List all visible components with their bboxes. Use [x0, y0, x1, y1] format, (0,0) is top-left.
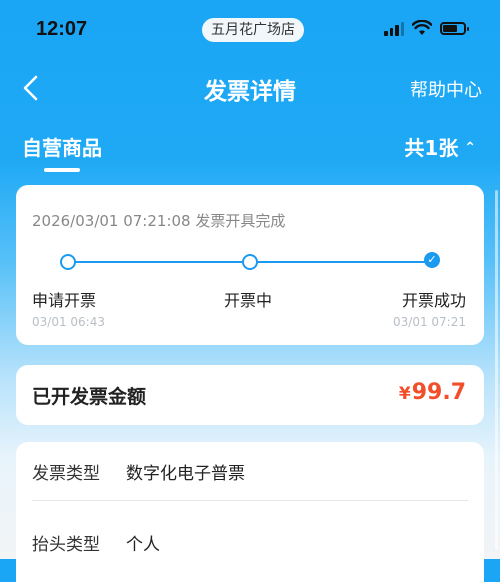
amount-value: ¥99.7	[399, 380, 466, 405]
progress-line	[74, 261, 242, 263]
nav-bar: 发票详情 帮助中心	[0, 60, 500, 116]
invoice-count-toggle[interactable]: 共1张 ⌃	[404, 132, 476, 161]
info-value: 个人	[126, 535, 160, 555]
check-icon: ✓	[424, 252, 440, 268]
info-value: 数字化电子普票	[126, 464, 245, 484]
step-time: 03/01 06:43	[32, 315, 105, 329]
amount-number: 99.7	[411, 380, 466, 405]
section-header: 自营商品 共1张 ⌃	[0, 130, 500, 174]
store-location-pill[interactable]: 五月花广场店	[202, 18, 304, 42]
info-row-title-type: 抬头类型 个人	[32, 513, 468, 569]
tab-active-indicator	[44, 168, 80, 172]
invoice-count-label: 共1张	[404, 136, 459, 160]
status-bar: 12:07 五月花广场店	[0, 0, 500, 60]
wifi-icon	[412, 20, 432, 35]
step-label: 申请开票	[32, 291, 97, 310]
step-node-processing	[242, 254, 258, 270]
info-row-invoice-type: 发票类型 数字化电子普票	[32, 442, 468, 498]
step-label: 开票成功	[401, 291, 466, 310]
help-center-link[interactable]: 帮助中心	[410, 76, 482, 102]
step-time: 03/01 07:21	[393, 315, 466, 329]
tab-self-operated-goods[interactable]: 自营商品	[22, 132, 102, 161]
info-key: 抬头类型	[32, 535, 100, 555]
info-key: 发票类型	[32, 464, 100, 484]
battery-icon	[440, 21, 469, 35]
amount-label: 已开发票金额	[32, 386, 147, 408]
progress-track: ✓	[16, 252, 484, 272]
scrollbar[interactable]	[495, 190, 498, 550]
system-indicators	[384, 20, 469, 36]
row-divider	[32, 500, 468, 501]
invoice-info-card: 发票类型 数字化电子普票 抬头类型 个人	[16, 442, 484, 582]
step-label: 开票中	[224, 291, 273, 310]
chevron-up-icon: ⌃	[464, 140, 476, 156]
cellular-signal-icon	[384, 20, 404, 36]
invoice-status-text: 2026/03/01 07:21:08 发票开具完成	[32, 212, 286, 230]
step-node-apply	[60, 254, 76, 270]
clock: 12:07	[36, 18, 88, 40]
progress-line	[258, 261, 426, 263]
invoice-progress-card: 2026/03/01 07:21:08 发票开具完成 ✓ 申请开票 开票中 开票…	[16, 185, 484, 345]
currency-symbol: ¥	[398, 384, 411, 404]
invoice-amount-card: 已开发票金额 ¥99.7	[16, 365, 484, 425]
